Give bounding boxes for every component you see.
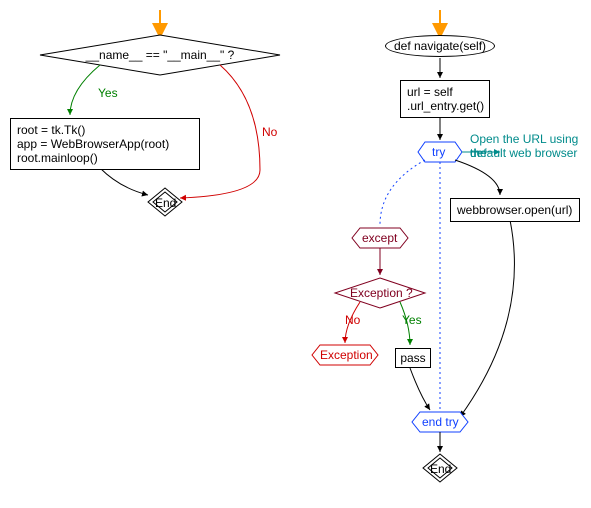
right-assign-line2: .url_entry.get() — [407, 99, 483, 113]
left-condition: __name__ == "__main__" ? — [72, 48, 248, 62]
left-no-label: No — [262, 125, 277, 139]
right-except-label: except — [362, 231, 397, 245]
right-exc-cond: Exception ? — [350, 286, 413, 300]
flowchart-canvas: __name__ == "__main__" ? Yes No root = t… — [0, 0, 591, 508]
right-pass-text: pass — [400, 351, 425, 365]
right-call-text: webbrowser.open(url) — [457, 203, 572, 217]
right-exc-yes: Yes — [402, 313, 422, 327]
right-def-oval: def navigate(self) — [385, 35, 495, 57]
left-body: root = tk.Tk() app = WebBrowserApp(root)… — [10, 118, 200, 170]
right-comment-line2: default web browser — [470, 146, 577, 160]
left-yes-label: Yes — [98, 86, 118, 100]
right-try-label: try — [432, 145, 445, 159]
right-exc-no: No — [345, 313, 360, 327]
right-assign: url = self .url_entry.get() — [400, 80, 490, 118]
right-end-try: end try — [422, 415, 459, 429]
right-assign-line1: url = self — [407, 85, 483, 99]
right-exc-box: Exception — [320, 348, 373, 362]
right-end: End — [430, 462, 451, 476]
right-call: webbrowser.open(url) — [450, 198, 580, 222]
left-end: End — [155, 196, 176, 210]
left-body-line2: app = WebBrowserApp(root) — [17, 137, 193, 151]
edges-svg — [0, 0, 591, 508]
right-def-text: def navigate(self) — [394, 39, 486, 53]
left-body-line1: root = tk.Tk() — [17, 123, 193, 137]
left-body-line3: root.mainloop() — [17, 151, 193, 165]
right-pass: pass — [395, 348, 431, 368]
